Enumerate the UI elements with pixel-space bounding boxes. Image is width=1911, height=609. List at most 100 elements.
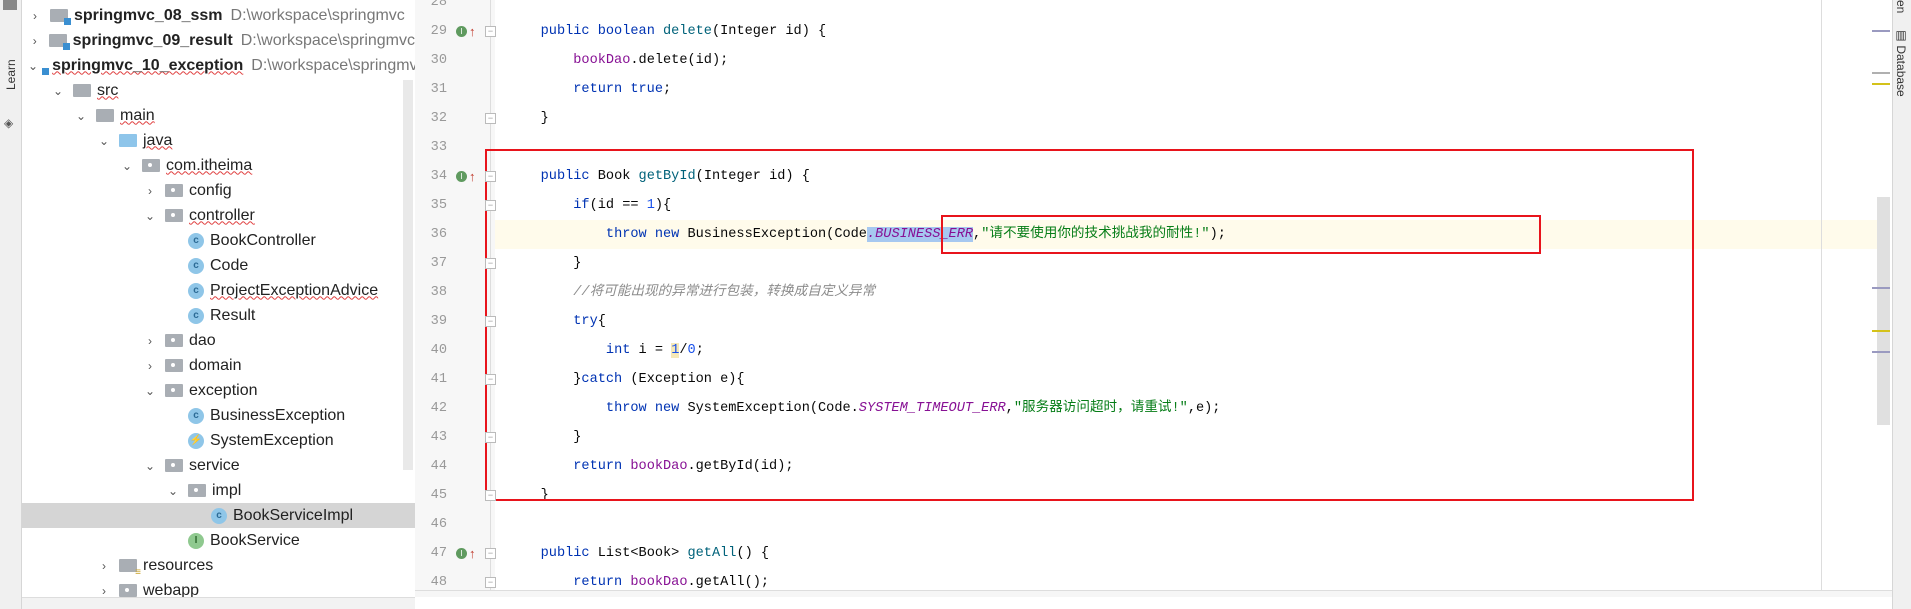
learn-tab[interactable]: Learn — [2, 40, 20, 110]
right-tool-strip: en ▥ Database — [1892, 0, 1911, 609]
tree-item[interactable]: ⌄ main — [22, 103, 415, 128]
tree-item[interactable]: ⌄ impl — [22, 478, 415, 503]
fold-marker-icon[interactable]: − — [485, 432, 496, 443]
chevron-right-icon[interactable]: › — [97, 559, 111, 573]
tree-item[interactable]: c BookServiceImpl — [22, 503, 415, 528]
annotation-box-exception-args — [941, 215, 1541, 254]
tree-item[interactable]: I BookService — [22, 528, 415, 553]
tree-item[interactable]: ⌄ exception — [22, 378, 415, 403]
tree-item-label: main — [120, 106, 155, 124]
tree-item[interactable]: › domain — [22, 353, 415, 378]
tree-item[interactable]: › springmvc_09_result D:\workspace\springm… — [22, 28, 415, 53]
code-token: delete — [663, 24, 712, 39]
chevron-right-icon[interactable]: › — [143, 184, 157, 198]
fold-marker-icon[interactable]: − — [485, 548, 496, 559]
tree-item-label: springmvc_09_result — [72, 31, 233, 49]
fold-marker-icon[interactable]: − — [485, 113, 496, 124]
implements-method-icon[interactable]: I — [456, 548, 467, 559]
chevron-right-icon[interactable]: › — [28, 9, 42, 23]
chevron-down-icon[interactable]: ⌄ — [120, 159, 134, 173]
editor-gutter: 28 29 I ↑ 30 31 32 33 34 I ↑ 35 36 37 38 39 40 41 42 43 44 45… — [415, 0, 495, 597]
line-number: 34 — [430, 169, 447, 184]
code-token: .delete(id); — [630, 53, 729, 68]
package-icon — [165, 209, 183, 222]
tree-item-label: SystemException — [210, 431, 334, 449]
fold-marker-icon[interactable]: − — [485, 200, 496, 211]
scroll-marker[interactable] — [1872, 287, 1890, 289]
tree-item-label: webapp — [143, 581, 200, 598]
tree-item[interactable]: › dao — [22, 328, 415, 353]
scroll-marker[interactable] — [1872, 72, 1890, 74]
implements-method-icon[interactable]: I — [456, 26, 467, 37]
project-folder-icon[interactable] — [3, 0, 17, 10]
tree-item[interactable]: c Code — [22, 253, 415, 278]
tree-item-label: com.itheima — [166, 156, 253, 174]
tree-item[interactable]: ⌄ springmvc_10_exception D:\workspace\spri… — [22, 53, 415, 78]
implements-method-icon[interactable]: I — [456, 171, 467, 182]
tree-item-label: domain — [189, 356, 242, 374]
tree-item[interactable]: › springmvc_08_ssm D:\workspace\springmvc — [22, 3, 415, 28]
tree-item[interactable]: c BusinessException — [22, 403, 415, 428]
project-tree-scrollbar[interactable] — [403, 80, 413, 470]
tree-item[interactable]: ⚡ SystemException — [22, 428, 415, 453]
folder-icon — [96, 109, 114, 122]
tree-item[interactable]: ⌄ com.itheima — [22, 153, 415, 178]
fold-marker-icon[interactable]: − — [485, 577, 496, 588]
fold-marker-icon[interactable]: − — [485, 374, 496, 385]
fold-marker-icon[interactable]: − — [485, 171, 496, 182]
chevron-down-icon[interactable]: ⌄ — [51, 84, 65, 98]
line-number: 29 — [430, 24, 447, 39]
tree-item-label: BookController — [210, 231, 316, 249]
editor-scrollbar-thumb[interactable] — [1877, 197, 1890, 425]
database-icon: ▥ — [1894, 28, 1908, 46]
code-editor[interactable]: 28 29 I ↑ 30 31 32 33 34 I ↑ 35 36 37 38 39 40 41 42 43 44 45… — [415, 0, 1892, 597]
tree-item-label: exception — [189, 381, 258, 399]
code-token: List<Book> — [597, 546, 688, 561]
tree-item-label: springmvc_10_exception — [52, 56, 244, 74]
code-token: () { — [736, 546, 770, 561]
chevron-right-icon[interactable]: › — [97, 584, 111, 598]
arrow-up-icon[interactable]: ↑ — [469, 170, 476, 183]
tree-item[interactable]: ⌄ java — [22, 128, 415, 153]
chevron-down-icon[interactable]: ⌄ — [143, 384, 157, 398]
tree-item[interactable]: › webapp — [22, 578, 415, 597]
fold-marker-icon[interactable]: − — [485, 258, 496, 269]
package-icon — [188, 484, 206, 497]
chevron-right-icon[interactable]: › — [143, 334, 157, 348]
tree-item[interactable]: ⌄ src — [22, 78, 415, 103]
tree-item[interactable]: › resources — [22, 553, 415, 579]
arrow-up-icon[interactable]: ↑ — [469, 547, 476, 560]
code-line: } — [508, 104, 549, 133]
fold-marker-icon[interactable]: − — [485, 490, 496, 501]
chevron-down-icon[interactable]: ⌄ — [74, 109, 88, 123]
chevron-down-icon[interactable]: ⌄ — [28, 59, 38, 73]
chevron-right-icon[interactable]: › — [28, 34, 41, 48]
chevron-down-icon[interactable]: ⌄ — [143, 209, 157, 223]
tree-item[interactable]: c Result — [22, 303, 415, 328]
scroll-marker-warning[interactable] — [1872, 83, 1890, 85]
chevron-down-icon[interactable]: ⌄ — [97, 134, 111, 148]
chevron-right-icon[interactable]: › — [143, 359, 157, 373]
right-margin-guide — [1821, 0, 1822, 590]
database-tab[interactable]: ▥ Database — [1894, 28, 1908, 97]
tree-item[interactable]: c ProjectExceptionAdvice — [22, 278, 415, 303]
scroll-marker[interactable] — [1872, 30, 1890, 32]
tree-item[interactable]: › config — [22, 178, 415, 203]
fold-marker-icon[interactable]: − — [485, 26, 496, 37]
tree-item[interactable]: c BookController — [22, 228, 415, 253]
tree-item-label: resources — [143, 556, 214, 574]
tree-item[interactable]: ⌄ service — [22, 453, 415, 478]
chevron-down-icon[interactable]: ⌄ — [143, 459, 157, 473]
partial-tool-tab[interactable]: en — [1894, 0, 1908, 13]
folder-icon — [119, 134, 137, 147]
tree-item[interactable]: ⌄ controller — [22, 203, 415, 228]
fold-marker-icon[interactable]: − — [485, 316, 496, 327]
scroll-marker-warning[interactable] — [1872, 330, 1890, 332]
line-number: 46 — [430, 517, 447, 532]
scroll-marker[interactable] — [1872, 351, 1890, 353]
arrow-up-icon[interactable]: ↑ — [469, 25, 476, 38]
chevron-down-icon[interactable]: ⌄ — [166, 484, 180, 498]
folder-icon — [73, 84, 91, 97]
code-token: return — [573, 575, 631, 590]
code-line: bookDao.delete(id); — [508, 46, 728, 75]
